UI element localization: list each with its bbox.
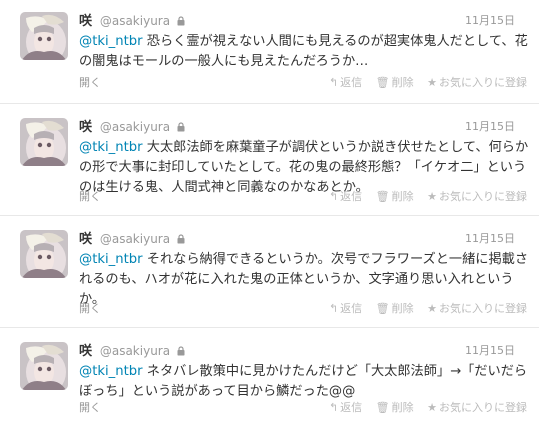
lock-icon	[177, 13, 185, 31]
tweet-body: 恐らく霊が視えない人間にも見えるのが超実体鬼人だとして、花の闇鬼はモールの一般人…	[79, 34, 528, 69]
user-fullname[interactable]: 咲	[79, 344, 92, 359]
tweet-header: 咲 @asakiyura 11月15日	[79, 12, 527, 30]
favorite-label: お気に入りに登録	[439, 401, 527, 414]
delete-button[interactable]: 🗑 削除	[376, 76, 414, 89]
favorite-button[interactable]: ★ お気に入りに登録	[427, 190, 527, 203]
favorite-label: お気に入りに登録	[439, 190, 527, 203]
trash-icon: 🗑	[375, 401, 390, 414]
user-fullname[interactable]: 咲	[79, 232, 92, 247]
mention-link[interactable]: @tki_ntbr	[79, 252, 143, 267]
avatar[interactable]	[20, 118, 68, 166]
avatar[interactable]	[20, 342, 68, 390]
reply-icon: ↰	[328, 190, 339, 203]
trash-icon: 🗑	[375, 190, 390, 203]
tweet-timestamp[interactable]: 11月15日	[465, 118, 515, 136]
reply-label: 返信	[340, 401, 363, 414]
lock-icon	[177, 343, 185, 361]
delete-button[interactable]: 🗑 削除	[376, 302, 414, 315]
reply-icon: ↰	[328, 76, 339, 89]
tweet-header: 咲 @asakiyura 11月15日	[79, 118, 527, 136]
favorite-label: お気に入りに登録	[439, 302, 527, 315]
expand-link[interactable]: 開く	[79, 190, 101, 203]
reply-button[interactable]: ↰ 返信	[329, 190, 362, 203]
reply-label: 返信	[340, 76, 363, 89]
timeline: 咲 @asakiyura 11月15日 @tki_ntbr 恐らく霊が視えない人…	[0, 0, 539, 428]
tweet-footer: 開く ↰ 返信 🗑 削除 ★ お気に入りに登録	[79, 301, 527, 317]
tweet-timestamp[interactable]: 11月15日	[465, 12, 515, 30]
avatar-icon	[20, 12, 68, 60]
star-icon: ★	[427, 401, 437, 414]
tweet-actions: ↰ 返信 🗑 削除 ★ お気に入りに登録	[319, 400, 527, 416]
tweet-text: @tki_ntbr ネタバレ散策中に見かけたんだけど「大太郎法師」→「だいだらぼ…	[79, 362, 529, 402]
avatar[interactable]	[20, 12, 68, 60]
delete-label: 削除	[391, 76, 414, 89]
tweet-text: @tki_ntbr 恐らく霊が視えない人間にも見えるのが超実体鬼人だとして、花の…	[79, 32, 529, 72]
tweet[interactable]: 咲 @asakiyura 11月15日 @tki_ntbr それなら納得できると…	[0, 216, 539, 328]
favorite-button[interactable]: ★ お気に入りに登録	[427, 302, 527, 315]
user-handle[interactable]: @asakiyura	[100, 232, 170, 246]
user-handle[interactable]: @asakiyura	[100, 344, 170, 358]
favorite-button[interactable]: ★ お気に入りに登録	[427, 76, 527, 89]
expand-link[interactable]: 開く	[79, 401, 101, 414]
tweet-body: それなら納得できるというか。次号でフラワーズと一緒に掲載されるのも、ハオが花に入…	[79, 252, 529, 307]
tweet[interactable]: 咲 @asakiyura 11月15日 @tki_ntbr ネタバレ散策中に見か…	[0, 328, 539, 428]
tweet-body: 大太郎法師を麻葉童子が調伏というか説き伏せたとして、何らかの形で大事に封印してい…	[79, 140, 529, 195]
tweet-timestamp[interactable]: 11月15日	[465, 342, 515, 360]
user-handle[interactable]: @asakiyura	[100, 120, 170, 134]
tweet[interactable]: 咲 @asakiyura 11月15日 @tki_ntbr 大太郎法師を麻葉童子…	[0, 104, 539, 216]
mention-link[interactable]: @tki_ntbr	[79, 140, 143, 155]
tweet-body: ネタバレ散策中に見かけたんだけど「大太郎法師」→「だいだらぼっち」という説があっ…	[79, 364, 528, 399]
star-icon: ★	[427, 302, 437, 315]
reply-label: 返信	[340, 190, 363, 203]
avatar-icon	[20, 342, 68, 390]
trash-icon: 🗑	[375, 76, 390, 89]
user-handle[interactable]: @asakiyura	[100, 14, 170, 28]
user-fullname[interactable]: 咲	[79, 14, 92, 29]
reply-icon: ↰	[328, 401, 339, 414]
expand-link[interactable]: 開く	[79, 302, 101, 315]
expand-link[interactable]: 開く	[79, 76, 101, 89]
favorite-label: お気に入りに登録	[439, 76, 527, 89]
avatar-icon	[20, 118, 68, 166]
tweet-timestamp[interactable]: 11月15日	[465, 230, 515, 248]
tweet-header: 咲 @asakiyura 11月15日	[79, 342, 527, 360]
tweet-actions: ↰ 返信 🗑 削除 ★ お気に入りに登録	[319, 301, 527, 317]
reply-button[interactable]: ↰ 返信	[329, 76, 362, 89]
tweet[interactable]: 咲 @asakiyura 11月15日 @tki_ntbr 恐らく霊が視えない人…	[0, 0, 539, 104]
favorite-button[interactable]: ★ お気に入りに登録	[427, 401, 527, 414]
star-icon: ★	[427, 190, 437, 203]
tweet-actions: ↰ 返信 🗑 削除 ★ お気に入りに登録	[319, 189, 527, 205]
reply-button[interactable]: ↰ 返信	[329, 302, 362, 315]
user-fullname[interactable]: 咲	[79, 120, 92, 135]
star-icon: ★	[427, 76, 437, 89]
mention-link[interactable]: @tki_ntbr	[79, 34, 143, 49]
tweet-footer: 開く ↰ 返信 🗑 削除 ★ お気に入りに登録	[79, 75, 527, 91]
reply-icon: ↰	[328, 302, 339, 315]
avatar[interactable]	[20, 230, 68, 278]
lock-icon	[177, 119, 185, 137]
tweet-header: 咲 @asakiyura 11月15日	[79, 230, 527, 248]
delete-label: 削除	[391, 302, 414, 315]
reply-button[interactable]: ↰ 返信	[329, 401, 362, 414]
trash-icon: 🗑	[375, 302, 390, 315]
delete-button[interactable]: 🗑 削除	[376, 190, 414, 203]
delete-button[interactable]: 🗑 削除	[376, 401, 414, 414]
reply-label: 返信	[340, 302, 363, 315]
tweet-actions: ↰ 返信 🗑 削除 ★ お気に入りに登録	[319, 75, 527, 91]
delete-label: 削除	[391, 190, 414, 203]
avatar-icon	[20, 230, 68, 278]
mention-link[interactable]: @tki_ntbr	[79, 364, 143, 379]
lock-icon	[177, 231, 185, 249]
tweet-footer: 開く ↰ 返信 🗑 削除 ★ お気に入りに登録	[79, 400, 527, 416]
delete-label: 削除	[391, 401, 414, 414]
tweet-footer: 開く ↰ 返信 🗑 削除 ★ お気に入りに登録	[79, 189, 527, 205]
